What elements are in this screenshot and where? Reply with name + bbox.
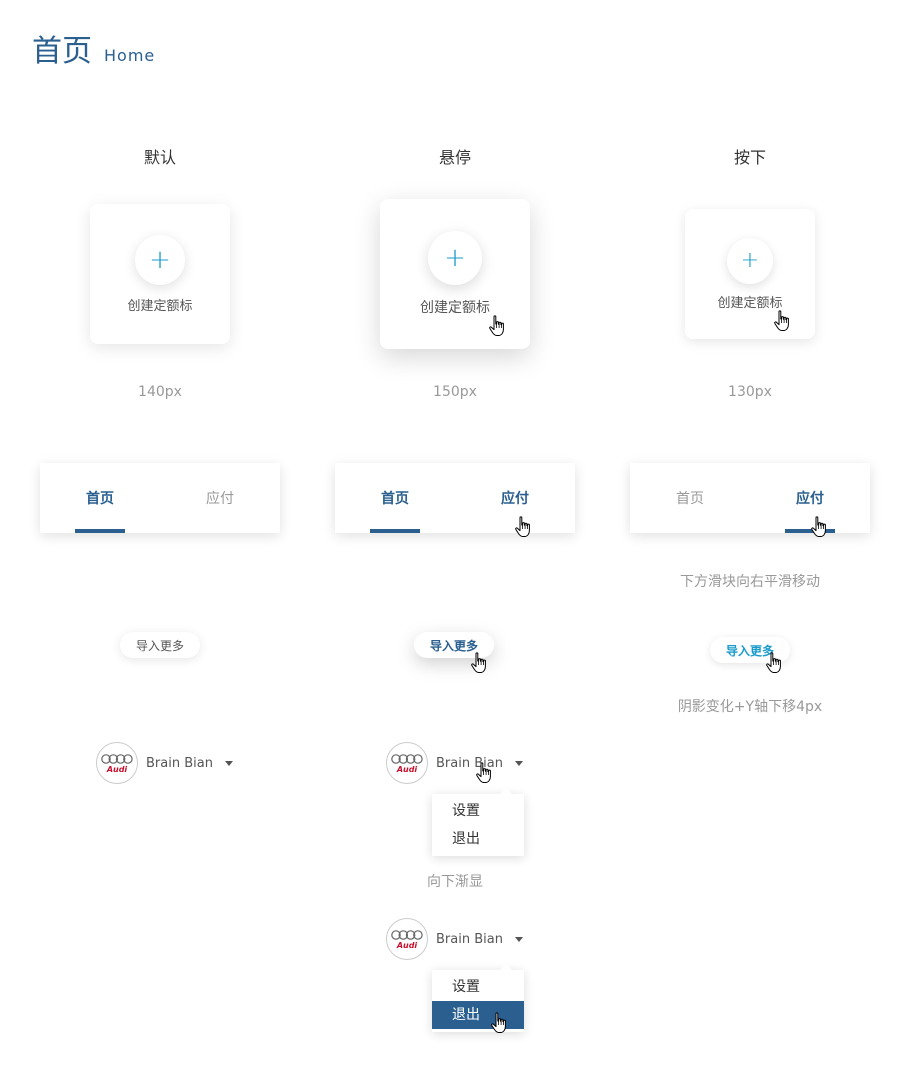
- tab-home[interactable]: 首页: [335, 463, 455, 533]
- column-heading-pressed: 按下: [733, 148, 766, 167]
- audi-logo-icon: [391, 929, 423, 940]
- tab-payable[interactable]: 应付: [160, 463, 280, 533]
- tabbar-pressed: 首页 应付: [630, 463, 870, 533]
- avatar: Audi: [386, 742, 428, 784]
- create-quota-card-hover[interactable]: + 创建定额标: [380, 199, 530, 349]
- plus-icon: +: [135, 234, 185, 285]
- hand-cursor-icon: [515, 516, 530, 537]
- hand-cursor-icon: [766, 652, 781, 673]
- tabbar-hover: 首页 应付: [335, 463, 575, 533]
- tab-indicator: [370, 529, 420, 533]
- hand-cursor-icon: [489, 315, 504, 336]
- tabbar-default: 首页 应付: [40, 463, 280, 533]
- plus-icon: +: [727, 237, 773, 284]
- menu-item-settings[interactable]: 设置: [432, 797, 524, 825]
- import-more-button-default[interactable]: 导入更多: [120, 632, 200, 658]
- tab-slide-note: 下方滑块向右平滑移动: [680, 574, 820, 590]
- avatar-logo-text: Audi: [396, 764, 418, 774]
- tab-home[interactable]: 首页: [630, 463, 750, 533]
- page-title: 首页 Home: [32, 26, 155, 70]
- avatar: Audi: [96, 742, 138, 784]
- create-quota-card-default[interactable]: + 创建定额标: [90, 204, 230, 344]
- column-heading-default: 默认: [143, 148, 176, 167]
- hand-cursor-icon: [491, 1012, 506, 1033]
- menu-item-logout[interactable]: 退出: [432, 825, 524, 853]
- dropdown-fade-note: 向下渐显: [427, 874, 483, 890]
- card-label: 创建定额标: [127, 298, 193, 314]
- menu-item-settings[interactable]: 设置: [432, 973, 524, 1001]
- avatar-logo-text: Audi: [106, 764, 128, 774]
- size-label-default: 140px: [138, 384, 182, 400]
- tab-home[interactable]: 首页: [40, 463, 160, 533]
- page-title-en: Home: [104, 46, 156, 65]
- hand-cursor-icon: [811, 516, 826, 537]
- menu-item-logout[interactable]: 退出: [432, 1001, 524, 1029]
- avatar-logo-text: Audi: [396, 940, 418, 950]
- audi-logo-icon: [391, 753, 423, 764]
- card-label: 创建定额标: [717, 295, 783, 311]
- create-quota-card-pressed[interactable]: + 创建定额标: [685, 209, 815, 339]
- size-label-hover: 150px: [433, 384, 477, 400]
- hand-cursor-icon: [774, 310, 789, 331]
- user-menu-default[interactable]: Audi Brain Bian: [96, 742, 233, 784]
- audi-logo-icon: [101, 753, 133, 764]
- user-menu-hover[interactable]: Audi Brain Bian: [386, 742, 523, 784]
- hand-cursor-icon: [471, 652, 486, 673]
- size-label-pressed: 130px: [728, 384, 772, 400]
- chevron-down-icon: [224, 760, 233, 766]
- user-name: Brain Bian: [146, 755, 213, 771]
- column-heading-hover: 悬停: [438, 148, 471, 167]
- tab-indicator: [75, 529, 125, 533]
- user-menu-open[interactable]: Audi Brain Bian: [386, 918, 523, 960]
- hand-cursor-icon: [476, 762, 491, 783]
- page-title-zh: 首页: [32, 34, 92, 69]
- chevron-down-icon: [514, 936, 523, 942]
- chevron-down-icon: [514, 760, 523, 766]
- import-shadow-note: 阴影变化+Y轴下移4px: [677, 699, 823, 715]
- user-dropdown-menu: 设置 退出: [432, 788, 524, 856]
- card-label: 创建定额标: [420, 300, 490, 316]
- user-name: Brain Bian: [436, 931, 503, 947]
- plus-icon: +: [428, 231, 482, 285]
- avatar: Audi: [386, 918, 428, 960]
- user-dropdown-menu-selected: 设置 退出: [432, 964, 524, 1032]
